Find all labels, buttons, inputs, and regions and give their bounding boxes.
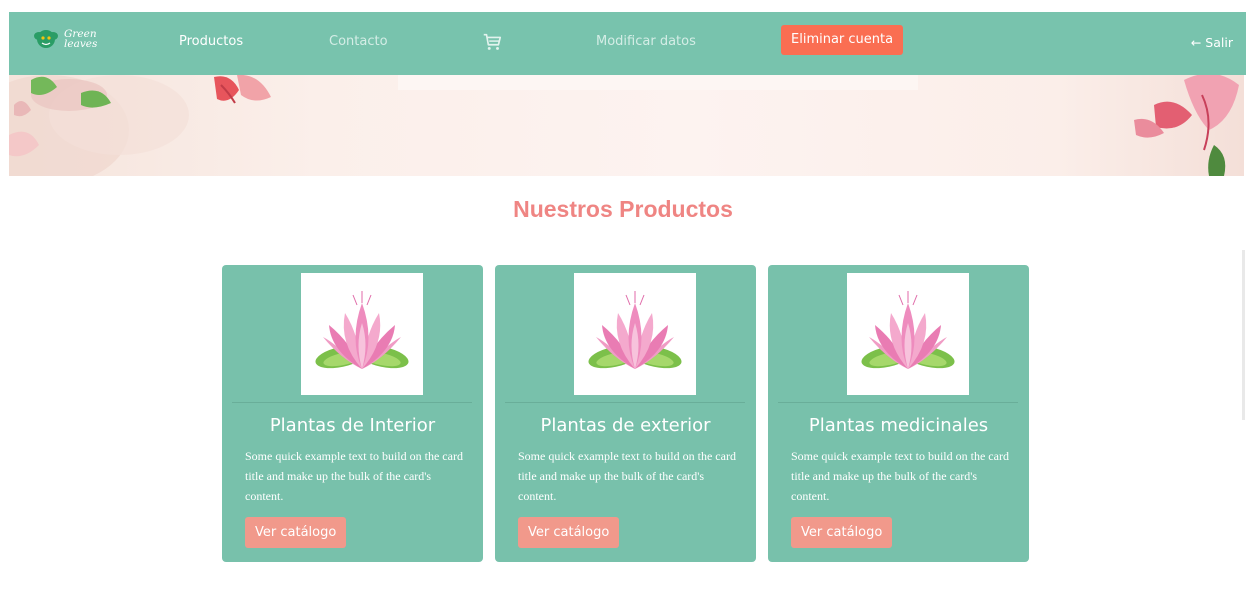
scrollbar[interactable] [1242, 250, 1245, 420]
navbar: Green leaves Productos Contacto Modifica… [9, 12, 1246, 75]
leaf-logo-icon [32, 26, 60, 52]
lotus-flower-image [847, 273, 969, 395]
card-image-area [778, 265, 1018, 403]
card-title: Plantas de exterior [540, 415, 711, 436]
logo[interactable]: Green leaves [32, 26, 97, 52]
product-card: Plantas de Interior Some quick example t… [222, 265, 483, 562]
card-image-area [505, 265, 745, 403]
card-text: Some quick example text to build on the … [791, 449, 1009, 503]
hero-banner [9, 75, 1244, 176]
ver-catalogo-button[interactable]: Ver catálogo [518, 517, 620, 548]
card-image-area [232, 265, 472, 403]
eliminar-cuenta-button[interactable]: Eliminar cuenta [781, 25, 904, 55]
ver-catalogo-button[interactable]: Ver catálogo [245, 517, 347, 548]
product-card: Plantas medicinales Some quick example t… [768, 265, 1029, 562]
nav-modificar-datos-link[interactable]: Modificar datos [596, 34, 696, 49]
card-title: Plantas de Interior [269, 415, 436, 436]
ver-catalogo-button[interactable]: Ver catálogo [791, 517, 893, 548]
logout-link[interactable]: ← Salir [1191, 35, 1233, 50]
product-card: Plantas de exterior Some quick example t… [495, 265, 756, 562]
hero-band [398, 75, 918, 90]
card-text: Some quick example text to build on the … [245, 449, 463, 503]
card-text: Some quick example text to build on the … [518, 449, 736, 503]
card-title: Plantas medicinales [808, 415, 989, 436]
flower-decoration-right [1134, 75, 1239, 176]
page-title: Nuestros Productos [513, 196, 733, 222]
lotus-flower-image [301, 273, 423, 395]
flower-decoration-left [9, 75, 271, 176]
nav-contacto-link[interactable]: Contacto [329, 34, 388, 49]
shopping-cart-icon[interactable] [481, 31, 503, 53]
nav-productos-link[interactable]: Productos [179, 34, 243, 49]
lotus-flower-image [574, 273, 696, 395]
logo-text: Green leaves [64, 28, 98, 50]
